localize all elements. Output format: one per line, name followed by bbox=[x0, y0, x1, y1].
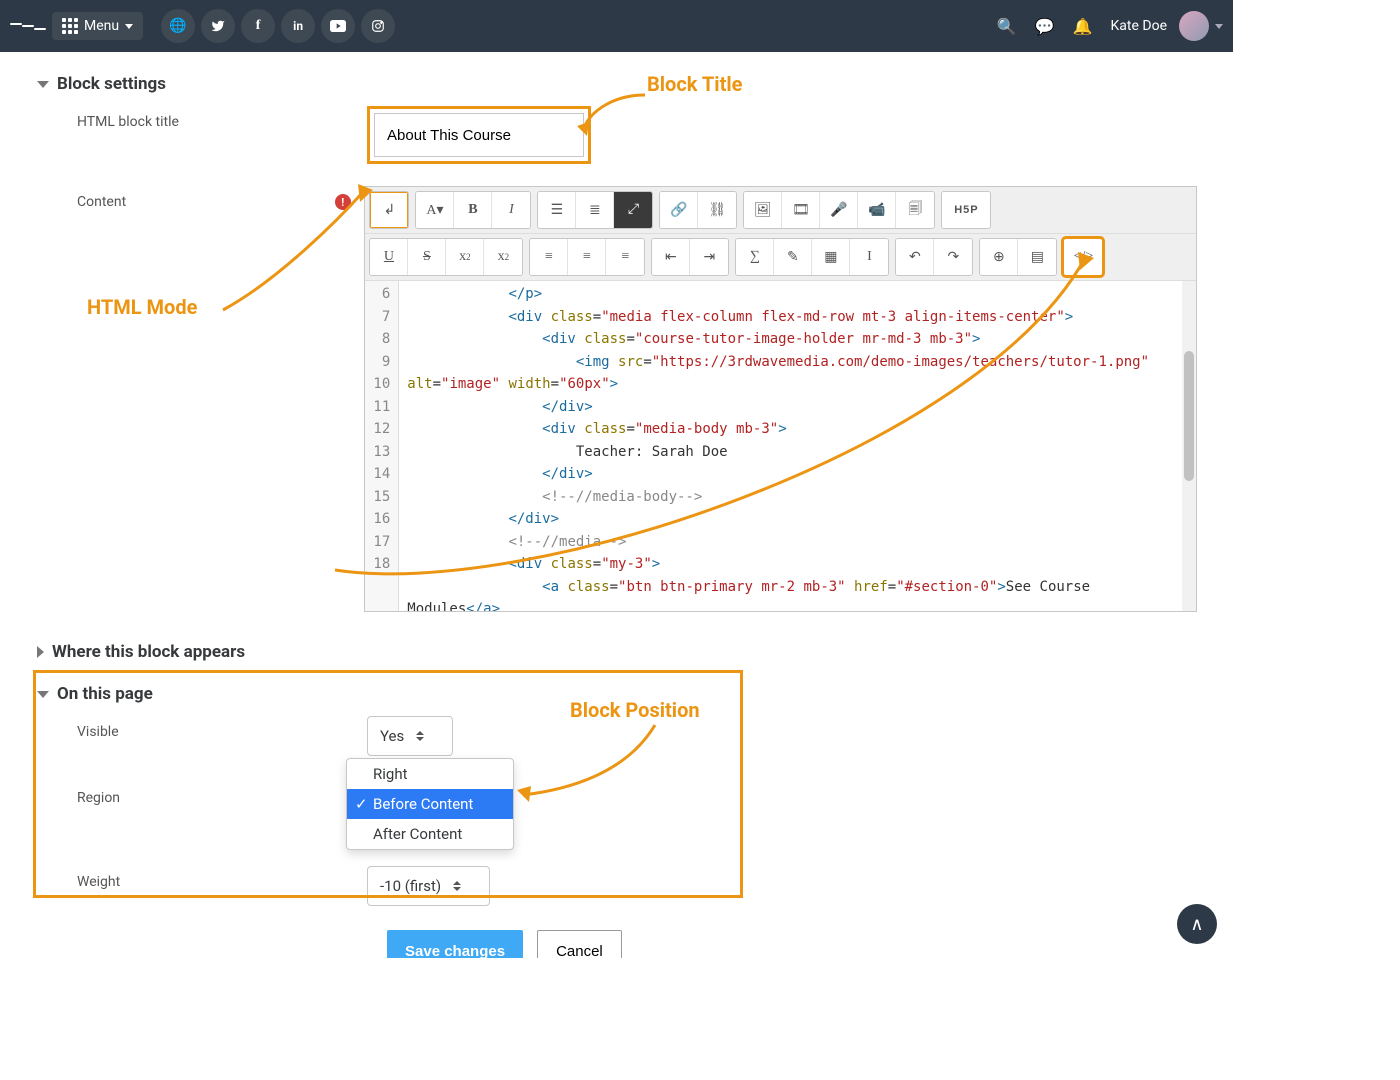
equation-button[interactable]: ∑ bbox=[736, 239, 774, 275]
menu-button[interactable]: Menu bbox=[52, 12, 143, 40]
number-list-button[interactable]: ≣ bbox=[576, 192, 614, 228]
html-block-title-input[interactable] bbox=[374, 113, 584, 157]
superscript-button[interactable]: x2 bbox=[484, 239, 522, 275]
line-gutter: 6789101112131415161718 bbox=[365, 281, 399, 611]
align-right-button[interactable]: ≡ bbox=[606, 239, 644, 275]
region-option-after[interactable]: After Content bbox=[347, 819, 513, 849]
align-center-button[interactable]: ≡ bbox=[568, 239, 606, 275]
subscript-button[interactable]: x2 bbox=[446, 239, 484, 275]
show-more-button[interactable]: ↲ bbox=[370, 192, 408, 228]
section-on-this-page[interactable]: On this page bbox=[17, 670, 1217, 712]
section-title: Block settings bbox=[57, 74, 166, 94]
outdent-button[interactable]: ⇤ bbox=[652, 239, 690, 275]
region-dropdown[interactable]: Right Before Content After Content bbox=[346, 758, 514, 850]
save-button[interactable]: Save changes bbox=[387, 930, 523, 958]
indent-button[interactable]: ⇥ bbox=[690, 239, 728, 275]
bold-button[interactable]: B bbox=[454, 192, 492, 228]
edit-button[interactable]: ✎ bbox=[774, 239, 812, 275]
video-button[interactable]: 📹 bbox=[858, 192, 896, 228]
code-editor[interactable]: 6789101112131415161718 </p> <div class="… bbox=[365, 281, 1196, 611]
youtube-icon[interactable] bbox=[321, 9, 355, 43]
html-source-button[interactable]: </> bbox=[1064, 239, 1102, 275]
scroll-top-button[interactable]: ∧ bbox=[1177, 904, 1217, 944]
menu-label: Menu bbox=[84, 18, 119, 34]
insert-char-button[interactable]: I bbox=[850, 239, 888, 275]
block-title-highlight bbox=[367, 106, 591, 164]
user-caret-icon bbox=[1215, 24, 1223, 29]
undo-button[interactable]: ↶ bbox=[896, 239, 934, 275]
twitter-icon[interactable] bbox=[201, 9, 235, 43]
collapse-icon bbox=[37, 691, 49, 698]
rich-text-editor: ↲ A▾ B I ☰ ≣ ⤢ 🔗 ⛓ bbox=[364, 186, 1197, 612]
globe-icon[interactable]: 🌐 bbox=[161, 9, 195, 43]
accessibility-button[interactable]: ⊕ bbox=[980, 239, 1018, 275]
underline-button[interactable]: U bbox=[370, 239, 408, 275]
apps-icon bbox=[62, 18, 78, 34]
files-button[interactable]: 🗐 bbox=[896, 192, 934, 228]
bullet-list-button[interactable]: ☰ bbox=[538, 192, 576, 228]
cancel-button[interactable]: Cancel bbox=[537, 930, 622, 958]
hamburger-icon[interactable] bbox=[10, 8, 46, 44]
region-label: Region bbox=[77, 782, 337, 806]
region-option-right[interactable]: Right bbox=[347, 759, 513, 789]
weight-value: -10 (first) bbox=[380, 877, 441, 895]
code-content[interactable]: </p> <div class="media flex-column flex-… bbox=[399, 281, 1182, 611]
social-links: 🌐 f in bbox=[161, 9, 395, 43]
section-title: On this page bbox=[57, 684, 153, 704]
section-where-appears[interactable]: Where this block appears bbox=[17, 616, 1217, 670]
toolbar-row-1: ↲ A▾ B I ☰ ≣ ⤢ 🔗 ⛓ bbox=[365, 187, 1196, 234]
avatar bbox=[1179, 11, 1209, 41]
strike-button[interactable]: S bbox=[408, 239, 446, 275]
table-button[interactable]: ▦ bbox=[812, 239, 850, 275]
align-left-button[interactable]: ≡ bbox=[530, 239, 568, 275]
font-size-button[interactable]: A▾ bbox=[416, 192, 454, 228]
content-label: Content bbox=[77, 186, 335, 210]
code-scrollbar[interactable] bbox=[1182, 281, 1196, 611]
grid-button[interactable]: ▤ bbox=[1018, 239, 1056, 275]
user-name: Kate Doe bbox=[1111, 18, 1167, 34]
image-button[interactable]: 🖼 bbox=[744, 192, 782, 228]
visible-select[interactable]: Yes bbox=[367, 716, 453, 756]
visible-value: Yes bbox=[380, 727, 404, 745]
h5p-button[interactable]: H5P bbox=[942, 192, 990, 228]
required-icon: ! bbox=[335, 194, 351, 210]
section-block-settings[interactable]: Block settings bbox=[17, 60, 1217, 102]
fullscreen-button[interactable]: ⤢ bbox=[614, 192, 652, 228]
unlink-button[interactable]: ⛓ bbox=[698, 192, 736, 228]
user-menu[interactable]: Kate Doe bbox=[1111, 11, 1223, 41]
link-button[interactable]: 🔗 bbox=[660, 192, 698, 228]
instagram-icon[interactable] bbox=[361, 9, 395, 43]
italic-button[interactable]: I bbox=[492, 192, 530, 228]
sort-icon bbox=[453, 881, 461, 891]
section-title: Where this block appears bbox=[52, 642, 245, 662]
sort-icon bbox=[416, 731, 424, 741]
top-nav: Menu 🌐 f in 🔍 💬 🔔 Kate Doe bbox=[0, 0, 1233, 52]
chat-icon[interactable]: 💬 bbox=[1035, 17, 1055, 36]
linkedin-icon[interactable]: in bbox=[281, 9, 315, 43]
bell-icon[interactable]: 🔔 bbox=[1073, 17, 1093, 36]
microphone-button[interactable]: 🎤 bbox=[820, 192, 858, 228]
visible-label: Visible bbox=[77, 716, 337, 740]
region-option-before[interactable]: Before Content bbox=[347, 789, 513, 819]
facebook-icon[interactable]: f bbox=[241, 9, 275, 43]
media-button[interactable]: 🎞 bbox=[782, 192, 820, 228]
weight-select[interactable]: -10 (first) bbox=[367, 866, 490, 906]
html-block-title-label: HTML block title bbox=[77, 106, 337, 130]
search-icon[interactable]: 🔍 bbox=[997, 17, 1017, 36]
expand-icon bbox=[37, 646, 44, 658]
redo-button[interactable]: ↷ bbox=[934, 239, 972, 275]
collapse-icon bbox=[37, 81, 49, 88]
settings-card: Block settings HTML block title Content … bbox=[17, 60, 1217, 958]
caret-down-icon bbox=[125, 24, 133, 29]
toolbar-row-2: U S x2 x2 ≡ ≡ ≡ ⇤ ⇥ ∑ bbox=[365, 234, 1196, 281]
weight-label: Weight bbox=[77, 866, 337, 890]
